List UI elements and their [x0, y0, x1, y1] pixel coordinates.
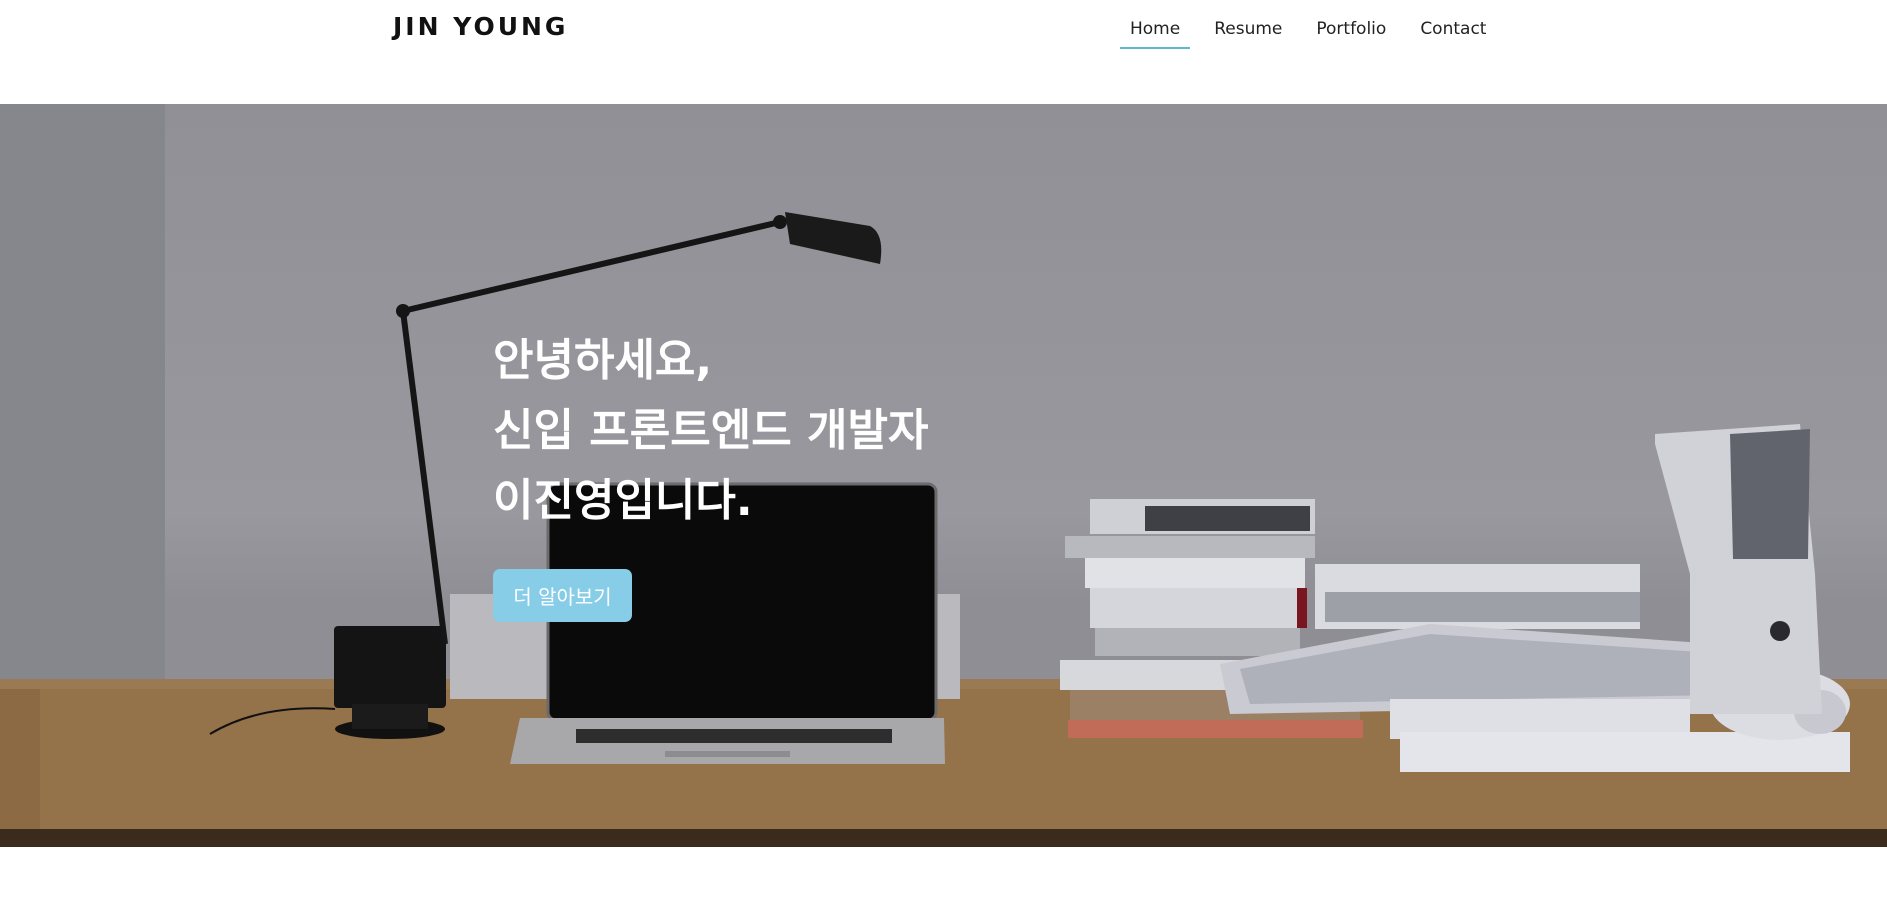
- hero-heading-line-3: 이진영입니다.: [493, 475, 753, 526]
- hero-background-image: [0, 104, 1887, 847]
- learn-more-button[interactable]: 더 알아보기: [493, 569, 632, 622]
- hero-heading-line-2: 신입 프론트엔드 개발자: [493, 405, 929, 456]
- hero-section: 안녕하세요, 신입 프론트엔드 개발자 이진영입니다. 더 알아보기: [0, 104, 1887, 847]
- site-header: JIN YOUNG Home Resume Portfolio Contact: [0, 0, 1887, 104]
- nav-home[interactable]: Home: [1120, 19, 1191, 49]
- hero-heading-line-1: 안녕하세요,: [493, 335, 713, 386]
- nav-contact[interactable]: Contact: [1410, 19, 1496, 49]
- site-logo[interactable]: JIN YOUNG: [393, 12, 568, 41]
- main-nav: Home Resume Portfolio Contact: [1120, 19, 1510, 49]
- nav-resume[interactable]: Resume: [1204, 19, 1292, 49]
- nav-portfolio[interactable]: Portfolio: [1306, 19, 1396, 49]
- hero-heading: 안녕하세요, 신입 프론트엔드 개발자 이진영입니다.: [493, 326, 928, 536]
